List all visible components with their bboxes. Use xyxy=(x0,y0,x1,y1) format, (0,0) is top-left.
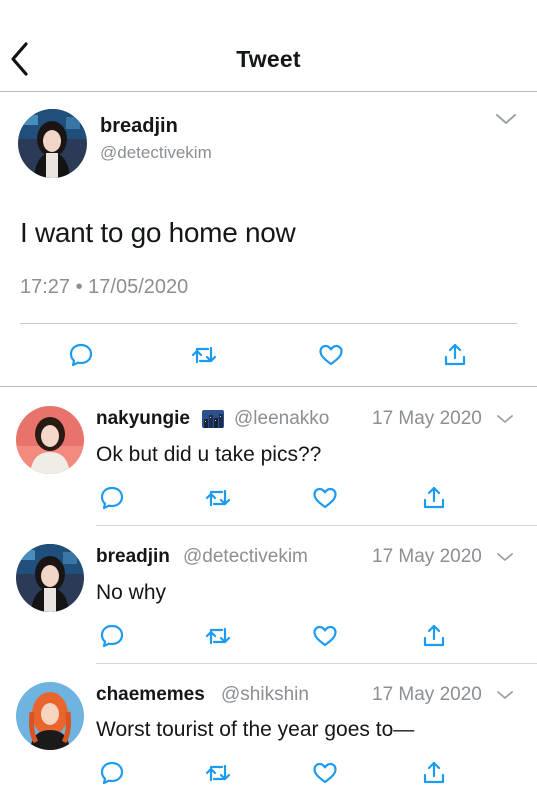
retweet-icon[interactable] xyxy=(203,621,233,651)
retweet-icon[interactable] xyxy=(189,340,219,370)
page-title: Tweet xyxy=(236,46,301,72)
author-name[interactable]: nakyungie xyxy=(96,408,190,430)
like-icon[interactable] xyxy=(310,758,340,788)
chevron-down-icon[interactable] xyxy=(496,551,514,563)
author-name[interactable]: chaememes xyxy=(96,684,205,706)
reply-tweet[interactable]: breadjin @detectivekim 17 May 2020 No wh… xyxy=(0,526,537,664)
reply-date: 17 May 2020 xyxy=(372,408,482,429)
avatar[interactable] xyxy=(16,682,84,750)
avatar[interactable] xyxy=(16,406,84,474)
like-icon[interactable] xyxy=(310,621,340,651)
chevron-down-icon[interactable] xyxy=(496,689,514,701)
retweet-icon[interactable] xyxy=(203,758,233,788)
share-icon[interactable] xyxy=(419,758,449,788)
reply-text: No why xyxy=(96,581,167,604)
retweet-icon[interactable] xyxy=(203,483,233,513)
top-bar: Tweet xyxy=(0,0,537,92)
reply-tweet[interactable]: nakyungie @leenakko 17 May 2020 Ok but d… xyxy=(0,388,537,526)
author-name[interactable]: breadjin xyxy=(96,546,170,568)
author-handle[interactable]: @shikshin xyxy=(221,684,309,706)
tweet-text: I want to go home now xyxy=(20,217,296,248)
reply-date: 17 May 2020 xyxy=(372,684,482,705)
avatar[interactable] xyxy=(18,109,87,178)
reply-date: 17 May 2020 xyxy=(372,546,482,567)
divider xyxy=(20,323,517,324)
avatar[interactable] xyxy=(16,544,84,612)
chevron-down-icon[interactable] xyxy=(494,111,518,127)
share-icon[interactable] xyxy=(440,340,470,370)
main-tweet: breadjin @detectivekim I want to go home… xyxy=(0,93,537,387)
share-icon[interactable] xyxy=(419,483,449,513)
like-icon[interactable] xyxy=(310,483,340,513)
reply-text: Worst tourist of the year goes to— xyxy=(96,718,415,741)
author-name[interactable]: breadjin xyxy=(100,115,178,138)
night-city-emoji xyxy=(202,410,224,428)
author-handle[interactable]: @detectivekim xyxy=(183,546,308,568)
reply-tweet[interactable]: chaememes @shikshin 17 May 2020 Worst to… xyxy=(0,664,537,800)
like-icon[interactable] xyxy=(316,340,346,370)
share-icon[interactable] xyxy=(419,621,449,651)
author-handle[interactable]: @leenakko xyxy=(234,408,329,430)
chevron-down-icon[interactable] xyxy=(496,413,514,425)
reply-icon[interactable] xyxy=(97,758,127,788)
tweet-timestamp: 17:27 • 17/05/2020 xyxy=(20,276,189,298)
reply-icon[interactable] xyxy=(66,340,96,370)
author-handle[interactable]: @detectivekim xyxy=(100,143,212,163)
reply-icon[interactable] xyxy=(97,483,127,513)
reply-icon[interactable] xyxy=(97,621,127,651)
reply-text: Ok but did u take pics?? xyxy=(96,443,322,466)
